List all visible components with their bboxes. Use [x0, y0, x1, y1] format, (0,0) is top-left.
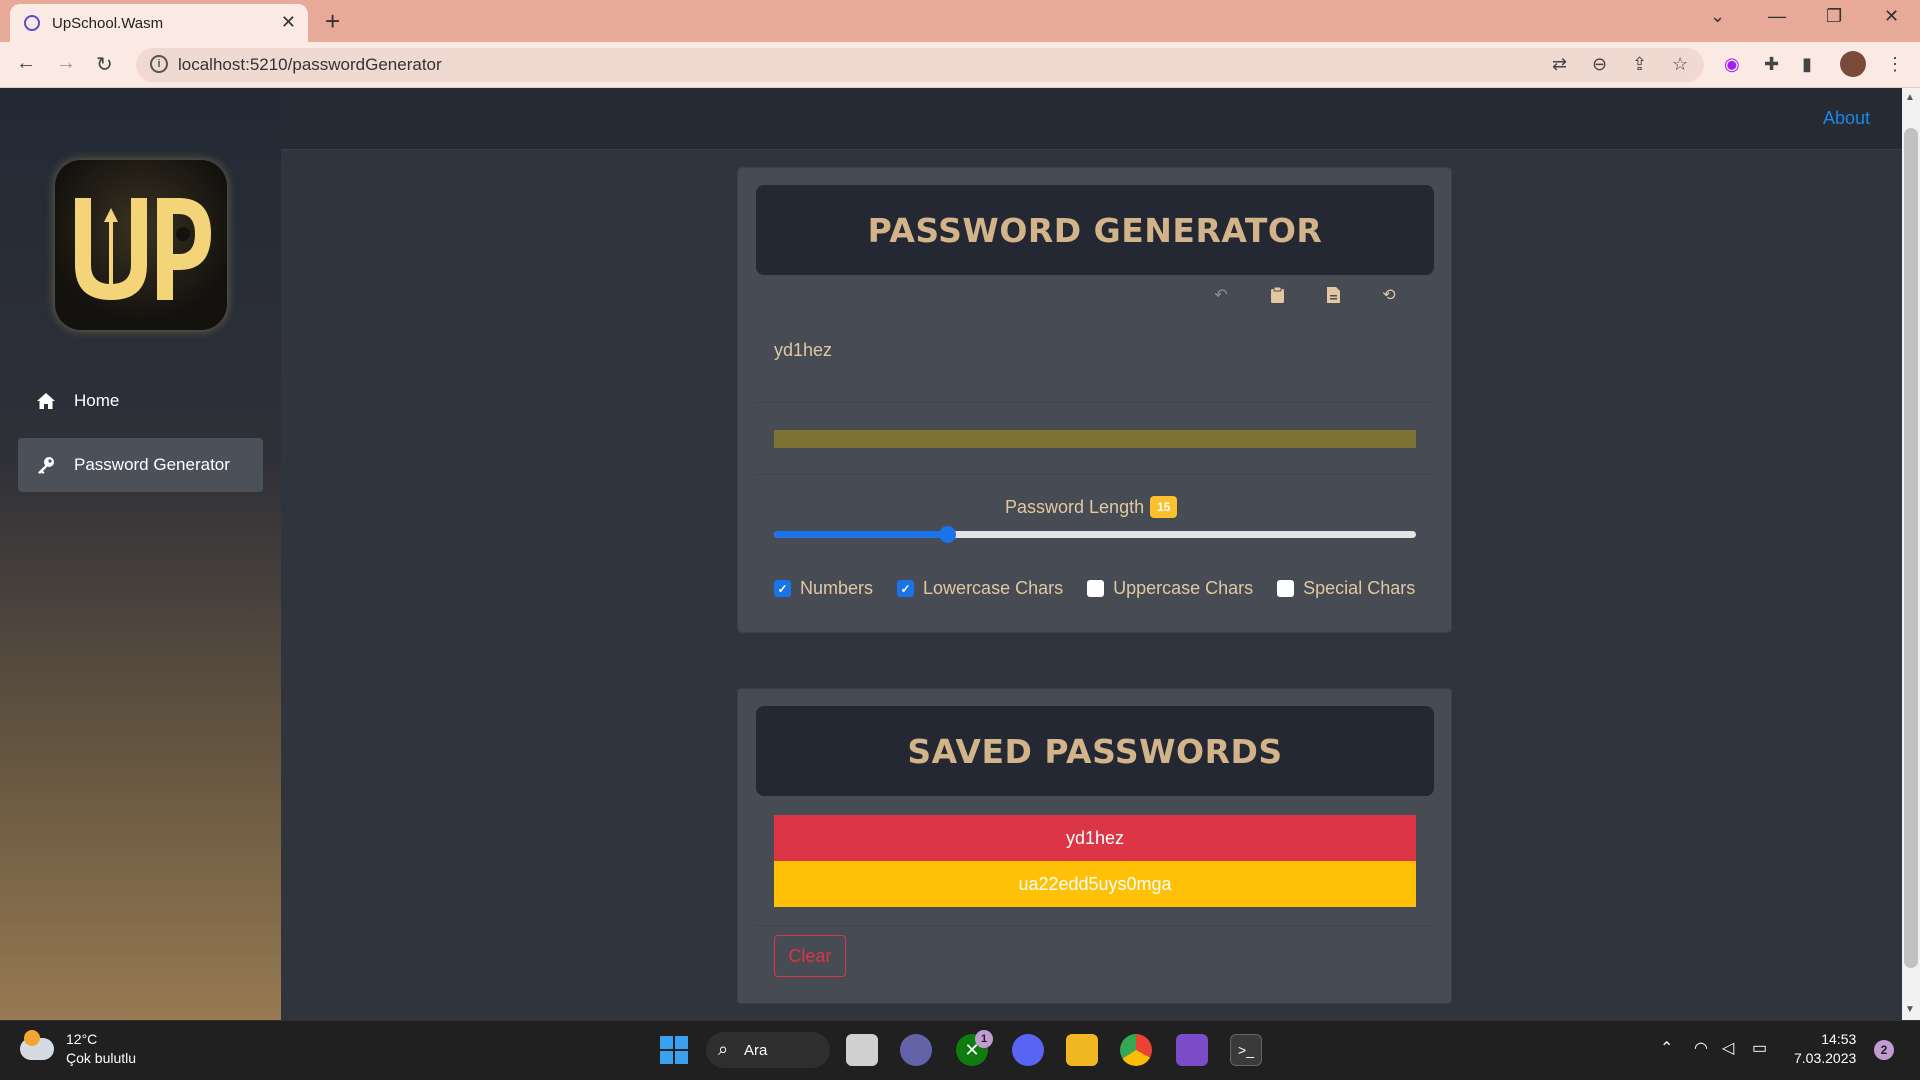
back-button[interactable]: ← — [16, 52, 36, 75]
generator-title: PASSWORD GENERATOR — [756, 185, 1434, 275]
volume-icon[interactable]: ◁ — [1722, 1038, 1734, 1058]
option-label: Lowercase Chars — [923, 578, 1064, 598]
minimize-button[interactable]: — — [1768, 6, 1786, 27]
tab-search-chevron-icon[interactable]: ⌄ — [1710, 6, 1725, 27]
share-icon[interactable]: ⇪ — [1632, 54, 1647, 75]
divider — [756, 474, 1434, 475]
xbox-badge: 1 — [975, 1030, 993, 1048]
key-icon — [36, 455, 56, 475]
tray-chevron-icon[interactable]: ⌃ — [1660, 1038, 1673, 1058]
weather-widget[interactable]: 12°C Çok bulutlu — [20, 1030, 136, 1068]
side-panel-icon[interactable]: ▮ — [1802, 54, 1812, 75]
divider — [756, 402, 1434, 403]
upschool-logo — [55, 160, 227, 330]
generated-password: yd1hez — [774, 340, 833, 360]
option-label: Numbers — [800, 578, 874, 598]
scroll-down-icon[interactable]: ▼ — [1905, 1004, 1915, 1015]
chrome-menu-icon[interactable]: ⋮ — [1886, 54, 1904, 75]
site-info-icon[interactable]: i — [150, 55, 168, 73]
scrollbar-thumb[interactable] — [1904, 128, 1918, 968]
save-file-icon[interactable] — [1322, 284, 1344, 306]
option-special[interactable]: Special Chars — [1277, 578, 1415, 599]
length-badge: 15 — [1150, 496, 1178, 518]
address-bar[interactable]: i localhost:5210/passwordGenerator — [136, 48, 1704, 82]
discord-icon[interactable] — [1012, 1034, 1044, 1066]
reload-button[interactable]: ↻ — [96, 52, 113, 77]
zoom-icon[interactable]: ⊖ — [1592, 54, 1607, 75]
refresh-icon[interactable]: ⟲ — [1378, 284, 1400, 306]
cloud-sun-icon — [20, 1030, 54, 1060]
about-link[interactable]: About — [1823, 108, 1870, 129]
date: 7.03.2023 — [1794, 1050, 1857, 1066]
special-checkbox[interactable] — [1277, 580, 1295, 597]
numbers-checkbox[interactable]: ✓ — [774, 580, 791, 597]
browser-tab[interactable]: UpSchool.Wasm ✕ — [10, 4, 308, 42]
saved-password-item[interactable]: ua22edd5uys0mga — [774, 861, 1416, 907]
notification-badge[interactable]: 2 — [1874, 1040, 1894, 1060]
task-view-icon[interactable] — [846, 1034, 878, 1066]
option-lowercase[interactable]: ✓ Lowercase Chars — [897, 578, 1063, 599]
sidebar-item-home[interactable]: Home — [18, 374, 263, 428]
wifi-icon[interactable]: ◠ — [1694, 1038, 1708, 1058]
saved-passwords-title: SAVED PASSWORDS — [756, 706, 1434, 796]
top-navbar — [281, 88, 1902, 150]
sidebar-item-label: Password Generator — [74, 455, 230, 474]
up-logo-icon — [75, 198, 211, 300]
sidebar-item-password-generator[interactable]: Password Generator — [18, 438, 263, 492]
clipboard-icon[interactable] — [1266, 284, 1288, 306]
length-label-text: Password Length — [1005, 496, 1145, 517]
close-tab-icon[interactable]: ✕ — [281, 12, 296, 33]
option-label: Special Chars — [1303, 578, 1416, 598]
visual-studio-icon[interactable] — [1176, 1034, 1208, 1066]
taskbar-search[interactable]: ⌕ Ara — [706, 1032, 830, 1068]
extensions-puzzle-icon[interactable]: ✚ — [1764, 54, 1779, 75]
url-text: localhost:5210/passwordGenerator — [178, 55, 442, 74]
temperature: 12°C — [66, 1031, 98, 1047]
tab-title: UpSchool.Wasm — [52, 14, 164, 32]
file-explorer-icon[interactable] — [1066, 1034, 1098, 1066]
chrome-icon[interactable] — [1120, 1034, 1152, 1066]
scroll-up-icon[interactable]: ▲ — [1905, 92, 1915, 103]
password-length-label: Password Length 15 — [1005, 496, 1178, 518]
home-icon — [36, 391, 56, 411]
windows-start-icon[interactable] — [658, 1034, 690, 1066]
search-icon: ⌕ — [718, 1039, 729, 1059]
close-window-button[interactable]: ✕ — [1884, 6, 1899, 27]
option-numbers[interactable]: ✓ Numbers — [774, 578, 873, 599]
password-strength-bar — [774, 430, 1416, 448]
option-label: Uppercase Chars — [1113, 578, 1254, 598]
generator-actions: ↶ ⟲ — [1210, 284, 1400, 306]
sidebar-item-label: Home — [74, 391, 120, 410]
character-options: ✓ Numbers ✓ Lowercase Chars Uppercase Ch… — [774, 578, 1415, 599]
blazor-favicon-icon — [24, 15, 40, 31]
clear-button[interactable]: Clear — [774, 935, 846, 977]
restore-button[interactable]: ❐ — [1826, 6, 1842, 27]
option-uppercase[interactable]: Uppercase Chars — [1087, 578, 1253, 599]
saved-password-item[interactable]: yd1hez — [774, 815, 1416, 861]
undo-icon[interactable]: ↶ — [1210, 284, 1232, 306]
slider-fill — [774, 531, 948, 538]
time: 14:53 — [1821, 1031, 1857, 1047]
weather-condition: Çok bulutlu — [66, 1050, 137, 1066]
lowercase-checkbox[interactable]: ✓ — [897, 580, 915, 597]
translate-icon[interactable]: ⇄ — [1552, 54, 1567, 75]
profile-avatar[interactable] — [1840, 51, 1866, 77]
chat-icon[interactable] — [900, 1034, 932, 1066]
saved-passwords-list: yd1hez ua22edd5uys0mga — [774, 815, 1416, 907]
bookmark-star-icon[interactable]: ☆ — [1672, 54, 1688, 75]
taskbar-clock[interactable]: 14:53 7.03.2023 — [1794, 1030, 1856, 1068]
divider — [756, 925, 1434, 926]
forward-button[interactable]: → — [56, 52, 76, 75]
terminal-icon[interactable]: >_ — [1230, 1034, 1262, 1066]
new-tab-button[interactable]: + — [325, 6, 340, 37]
uppercase-checkbox[interactable] — [1087, 580, 1105, 597]
battery-icon[interactable]: ▭ — [1752, 1038, 1767, 1058]
search-label: Ara — [744, 1041, 768, 1059]
extension-icon[interactable]: ◉ — [1724, 54, 1740, 75]
